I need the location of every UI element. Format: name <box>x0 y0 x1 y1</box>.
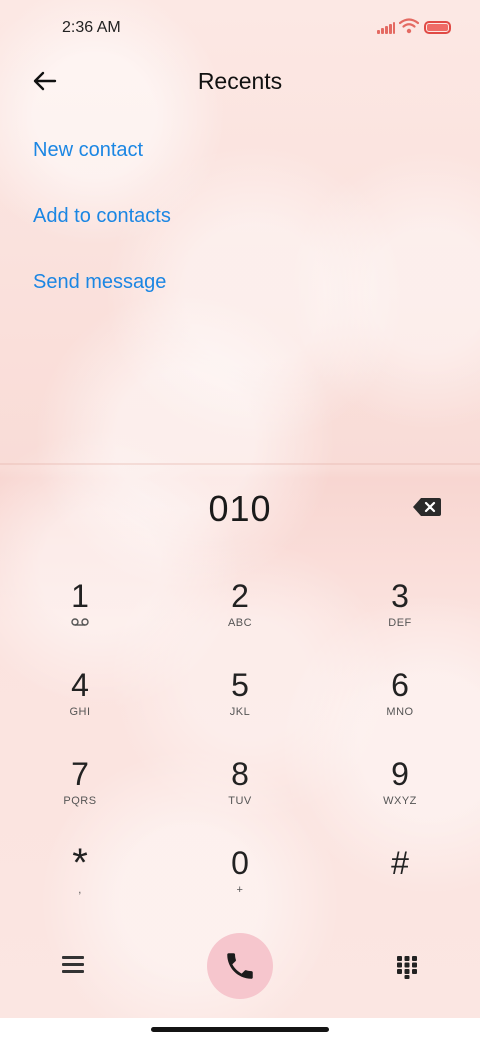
key-star[interactable]: * , <box>25 841 135 925</box>
status-time: 2:36 AM <box>62 19 121 36</box>
key-0[interactable]: 0 + <box>185 845 295 925</box>
key-hash[interactable]: # <box>345 845 455 925</box>
key-letters: + <box>236 884 244 896</box>
key-digit: 3 <box>391 578 409 614</box>
key-8[interactable]: 8 TUV <box>185 756 295 836</box>
dialpad-icon[interactable] <box>396 955 418 979</box>
wifi-icon <box>399 18 419 34</box>
key-digit: 4 <box>71 667 89 703</box>
status-bar: 2:36 AM <box>0 0 480 56</box>
key-4[interactable]: 4 GHI <box>25 667 135 747</box>
key-digit: 7 <box>71 756 89 792</box>
key-digit: 0 <box>231 845 249 881</box>
key-letters: JKL <box>229 706 251 718</box>
key-letters: PQRS <box>63 795 97 807</box>
key-letters: , <box>78 884 82 896</box>
key-7[interactable]: 7 PQRS <box>25 756 135 836</box>
key-digit: 2 <box>231 578 249 614</box>
key-letters: GHI <box>69 706 91 718</box>
key-digit: * <box>72 841 88 885</box>
backspace-icon[interactable] <box>412 496 442 518</box>
key-digit: 6 <box>391 667 409 703</box>
key-digit: 8 <box>231 756 249 792</box>
menu-icon[interactable] <box>62 956 84 976</box>
key-letters: MNO <box>386 706 414 718</box>
key-letters: DEF <box>388 617 412 629</box>
key-letters: ABC <box>227 617 253 629</box>
home-indicator[interactable] <box>151 1027 329 1032</box>
send-message-link[interactable]: Send message <box>33 271 166 294</box>
key-digit: 1 <box>71 578 89 614</box>
call-button[interactable] <box>207 933 273 999</box>
key-5[interactable]: 5 JKL <box>185 667 295 747</box>
signal-icon <box>377 22 395 34</box>
key-letters: WXYZ <box>383 795 417 807</box>
key-1[interactable]: 1 <box>25 578 135 658</box>
phone-icon <box>227 953 253 979</box>
key-9[interactable]: 9 WXYZ <box>345 756 455 836</box>
page-title: Recents <box>197 68 283 94</box>
add-to-contacts-link[interactable]: Add to contacts <box>33 205 171 228</box>
new-contact-link[interactable]: New contact <box>33 139 143 162</box>
key-digit: 5 <box>231 667 249 703</box>
key-2[interactable]: 2 ABC <box>185 578 295 658</box>
key-letters: TUV <box>228 795 252 807</box>
battery-icon <box>424 21 451 34</box>
key-3[interactable]: 3 DEF <box>345 578 455 658</box>
section-divider <box>0 463 480 465</box>
key-digit: # <box>391 845 409 881</box>
voicemail-icon <box>71 618 89 626</box>
key-digit: 9 <box>391 756 409 792</box>
key-6[interactable]: 6 MNO <box>345 667 455 747</box>
dialed-number: 010 <box>208 488 272 529</box>
